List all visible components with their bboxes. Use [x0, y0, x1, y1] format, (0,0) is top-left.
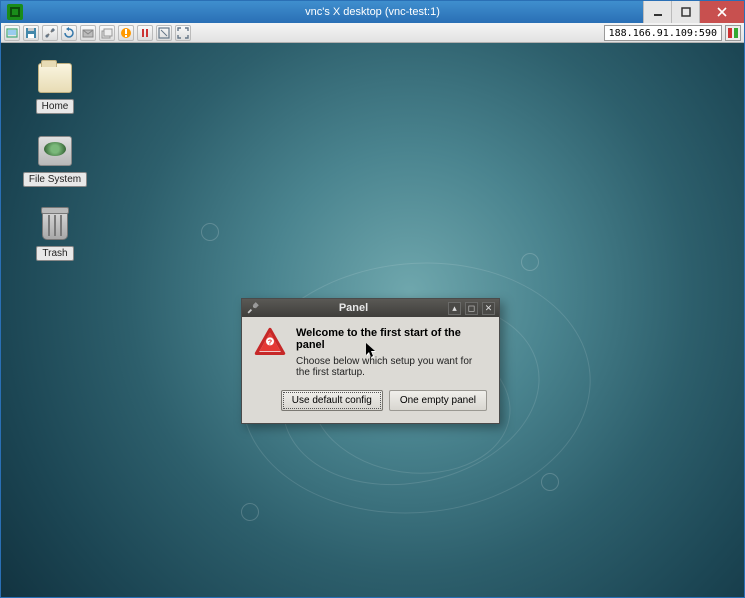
panel-dialog: Panel ▴ ◻ ✕ ? Welcome to the first start…: [241, 298, 500, 424]
desktop-icon-label: File System: [23, 172, 87, 187]
vnc-toolbar: 188.166.91.109:590: [1, 23, 744, 43]
tool-pause-icon[interactable]: [137, 25, 153, 41]
dialog-subtext: Choose below which setup you want for th…: [296, 356, 487, 378]
app-icon: [7, 4, 23, 20]
desktop-icon-label: Trash: [36, 246, 73, 261]
close-button[interactable]: [699, 1, 744, 23]
dialog-up-button[interactable]: ▴: [448, 302, 461, 315]
dialog-max-button[interactable]: ◻: [465, 302, 478, 315]
trash-icon: [42, 210, 68, 240]
tool-send-cad-icon[interactable]: [99, 25, 115, 41]
tool-new-connection-icon[interactable]: [4, 25, 20, 41]
dialog-heading: Welcome to the first start of the panel: [296, 327, 487, 351]
vnc-outer-window: vnc's X desktop (vnc-test:1) 188.166.91.…: [0, 0, 745, 598]
one-empty-panel-button[interactable]: One empty panel: [389, 390, 487, 411]
traffic-indicator-icon: [725, 25, 741, 41]
ip-display: 188.166.91.109:590: [604, 25, 722, 41]
drive-icon: [38, 136, 72, 166]
tool-refresh-icon[interactable]: [61, 25, 77, 41]
maximize-button[interactable]: [671, 1, 699, 23]
tool-scale-icon[interactable]: [156, 25, 172, 41]
folder-icon: [38, 63, 72, 93]
dialog-title: Panel: [263, 302, 444, 314]
window-title: vnc's X desktop (vnc-test:1): [1, 6, 744, 18]
minimize-button[interactable]: [643, 1, 671, 23]
svg-text:?: ?: [268, 338, 272, 347]
tool-info-icon[interactable]: [80, 25, 96, 41]
dialog-close-button[interactable]: ✕: [482, 302, 495, 315]
desktop-icon-home[interactable]: Home: [19, 63, 91, 114]
remote-desktop[interactable]: Home File System Trash Panel ▴ ◻ ✕: [1, 43, 744, 597]
tool-options-icon[interactable]: [42, 25, 58, 41]
desktop-icon-trash[interactable]: Trash: [19, 210, 91, 261]
desktop-icon-filesystem[interactable]: File System: [19, 136, 91, 187]
warning-icon: ?: [254, 327, 286, 359]
use-default-config-button[interactable]: Use default config: [281, 390, 383, 411]
tool-fullscreen-icon[interactable]: [175, 25, 191, 41]
window-titlebar[interactable]: vnc's X desktop (vnc-test:1): [1, 1, 744, 23]
tool-save-icon[interactable]: [23, 25, 39, 41]
dialog-titlebar[interactable]: Panel ▴ ◻ ✕: [242, 299, 499, 317]
tool-warn-icon[interactable]: [118, 25, 134, 41]
dialog-app-icon: [246, 302, 259, 315]
desktop-icon-label: Home: [36, 99, 75, 114]
